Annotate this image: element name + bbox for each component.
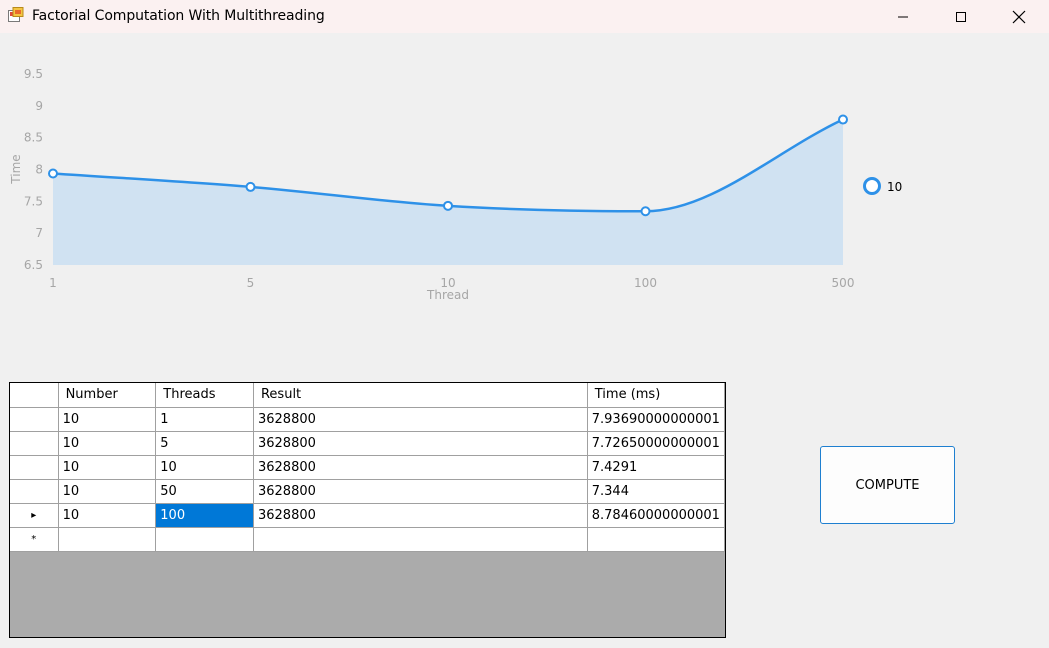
close-button[interactable] <box>990 0 1048 33</box>
compute-button-label: COMPUTE <box>855 477 920 493</box>
cell-threads[interactable]: 50 <box>155 479 254 504</box>
legend-marker <box>863 177 881 195</box>
column-header-number[interactable]: Number <box>58 383 157 408</box>
new-row-marker-icon[interactable]: * <box>10 527 59 552</box>
cell-time[interactable]: 7.72650000000001 <box>587 431 725 456</box>
minimize-button[interactable] <box>874 0 932 33</box>
maximize-button[interactable] <box>932 0 990 33</box>
cell-result[interactable] <box>253 527 588 552</box>
x-axis-label: Thread <box>426 288 469 302</box>
cell-result[interactable]: 3628800 <box>253 479 588 504</box>
column-header-threads[interactable]: Threads <box>155 383 254 408</box>
row-header[interactable] <box>10 455 59 480</box>
cell-time[interactable]: 7.4291 <box>587 455 725 480</box>
time-vs-thread-chart: 6.577.588.599.5 1 5 10 100 500 Time Thread 1… <box>9 67 902 302</box>
row-header[interactable] <box>10 407 59 432</box>
results-data-grid[interactable]: Number Threads Result Time (ms) 10 1 362… <box>9 382 726 638</box>
cell-result[interactable]: 3628800 <box>253 455 588 480</box>
series-area-fill <box>53 119 843 265</box>
results-table: Number Threads Result Time (ms) 10 1 362… <box>10 383 725 552</box>
minimize-icon <box>898 16 908 17</box>
cell-result[interactable]: 3628800 <box>253 431 588 456</box>
cell-time[interactable] <box>587 527 725 552</box>
cell-result[interactable]: 3628800 <box>253 407 588 432</box>
data-point[interactable] <box>48 168 58 179</box>
row-header[interactable] <box>10 431 59 456</box>
data-point[interactable] <box>245 181 256 192</box>
new-row[interactable]: * <box>10 527 725 552</box>
row-header-corner[interactable] <box>10 383 59 408</box>
compute-button[interactable]: COMPUTE <box>820 446 955 524</box>
column-header-result[interactable]: Result <box>253 383 588 408</box>
header-row: Number Threads Result Time (ms) <box>10 383 725 408</box>
data-point[interactable] <box>838 114 848 125</box>
cell-threads-selected[interactable]: 100 <box>155 503 254 528</box>
table-row[interactable]: 10 5 3628800 7.72650000000001 <box>10 431 725 456</box>
app-window: Factorial Computation With Multithreadin… <box>0 0 1049 648</box>
y-tick-label: 7.5 <box>24 194 43 208</box>
cell-threads[interactable]: 5 <box>155 431 254 456</box>
cell-number[interactable]: 10 <box>58 503 157 528</box>
table-row[interactable]: 10 50 3628800 7.344 <box>10 479 725 504</box>
table-row[interactable]: 10 1 3628800 7.93690000000001 <box>10 407 725 432</box>
row-header[interactable] <box>10 479 59 504</box>
cell-time[interactable]: 7.344 <box>587 479 725 504</box>
cell-threads[interactable]: 10 <box>155 455 254 480</box>
y-tick-label: 8 <box>35 163 43 177</box>
y-tick-label: 9.5 <box>24 67 43 81</box>
window-title: Factorial Computation With Multithreadin… <box>32 8 325 24</box>
cell-number[interactable]: 10 <box>58 431 157 456</box>
x-tick-label: 1 <box>49 276 57 290</box>
data-point[interactable] <box>640 206 651 217</box>
app-icon <box>8 7 24 22</box>
legend: 10 <box>863 177 902 195</box>
cell-number[interactable] <box>58 527 157 552</box>
y-tick-label: 9 <box>35 99 43 113</box>
column-header-time[interactable]: Time (ms) <box>587 383 725 408</box>
table-row-current[interactable]: ▸ 10 100 3628800 8.78460000000001 <box>10 503 725 528</box>
y-tick-label: 6.5 <box>24 258 43 272</box>
cell-number[interactable]: 10 <box>58 479 157 504</box>
y-tick-label: 7 <box>35 226 43 240</box>
cell-number[interactable]: 10 <box>58 407 157 432</box>
cell-time[interactable]: 7.93690000000001 <box>587 407 725 432</box>
x-tick-label: 500 <box>832 276 855 290</box>
cell-time[interactable]: 8.78460000000001 <box>587 503 725 528</box>
title-bar: Factorial Computation With Multithreadin… <box>0 0 1049 33</box>
table-row[interactable]: 10 10 3628800 7.4291 <box>10 455 725 480</box>
cell-result[interactable]: 3628800 <box>253 503 588 528</box>
legend-series-label: 10 <box>887 180 902 194</box>
cell-threads[interactable] <box>155 527 254 552</box>
cell-threads[interactable]: 1 <box>155 407 254 432</box>
y-axis-label: Time <box>9 154 23 184</box>
y-tick-label: 8.5 <box>24 131 43 145</box>
x-tick-label: 5 <box>247 276 255 290</box>
x-tick-label: 100 <box>634 276 657 290</box>
data-point[interactable] <box>443 200 453 211</box>
maximize-icon <box>956 11 966 22</box>
close-icon <box>1012 10 1026 23</box>
cell-number[interactable]: 10 <box>58 455 157 480</box>
current-row-marker-icon[interactable]: ▸ <box>10 503 59 528</box>
